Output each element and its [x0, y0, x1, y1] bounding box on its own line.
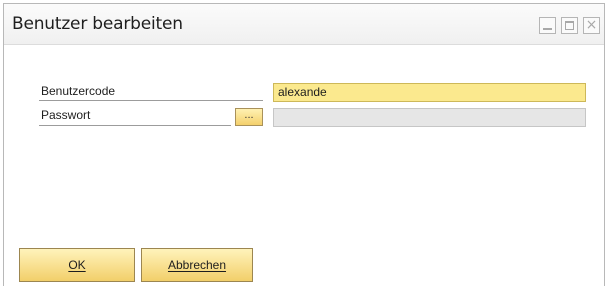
user-code-value: alexande — [278, 85, 327, 99]
title-bar[interactable]: Benutzer bearbeiten × — [4, 4, 604, 45]
edit-user-dialog: Benutzer bearbeiten × Benutzercode alexa… — [3, 3, 605, 286]
ok-button[interactable]: OK — [19, 248, 135, 282]
minimize-button[interactable] — [539, 17, 556, 34]
user-code-field[interactable]: alexande — [273, 83, 586, 102]
password-browse-button[interactable]: ... — [235, 108, 263, 126]
user-code-label: Benutzercode — [41, 84, 116, 98]
close-button[interactable]: × — [583, 17, 600, 34]
close-icon: × — [585, 17, 598, 33]
dialog-title: Benutzer bearbeiten — [12, 14, 183, 34]
cancel-button[interactable]: Abbrechen — [141, 248, 253, 282]
password-label: Passwort — [41, 108, 91, 122]
maximize-button[interactable] — [561, 17, 578, 34]
password-field[interactable] — [273, 108, 586, 127]
